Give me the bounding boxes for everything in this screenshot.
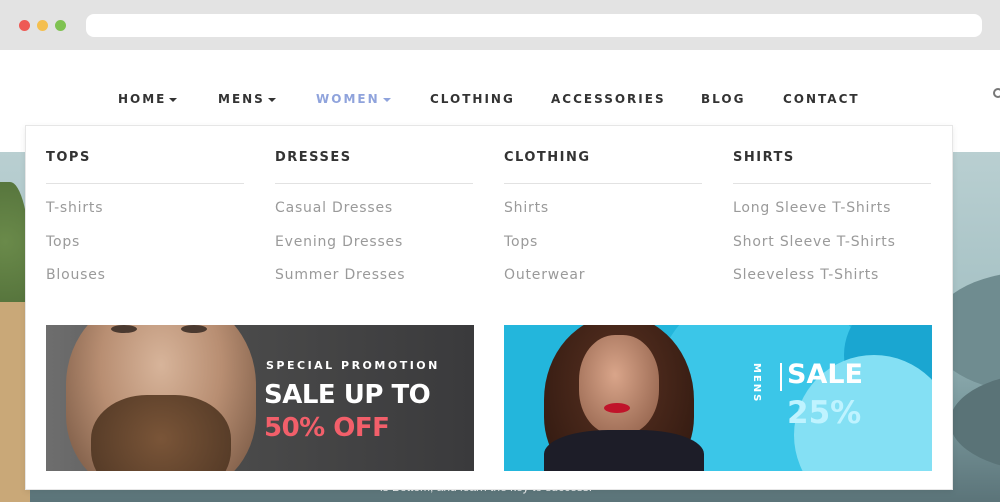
column-divider (733, 183, 931, 184)
promo-offer: 50% OFF (264, 413, 390, 443)
nav-item-label: HOME (118, 92, 167, 106)
promo-banner-mens-sale[interactable]: MENS SALE 25% (504, 325, 932, 471)
promo-vertical-label: MENS (751, 363, 762, 404)
model-eye (111, 325, 137, 333)
mega-menu-dropdown: TOPS T-shirts Tops Blouses DRESSES Casua… (25, 125, 953, 490)
menu-link[interactable]: Tops (504, 234, 538, 250)
model-lips (604, 403, 630, 413)
nav-item-blog[interactable]: BLOG (701, 92, 745, 106)
nav-item-mens[interactable]: MENS (218, 92, 276, 106)
column-title: DRESSES (275, 150, 352, 165)
column-divider (46, 183, 244, 184)
nav-item-accessories[interactable]: ACCESSORIES (551, 92, 666, 106)
nav-item-label: MENS (218, 92, 265, 106)
menu-link[interactable]: Blouses (46, 267, 106, 283)
promo-divider (780, 363, 782, 391)
nav-item-label: ACCESSORIES (551, 92, 666, 106)
promo-headline: SALE UP TO (264, 380, 431, 410)
nav-item-clothing[interactable]: CLOTHING (430, 92, 515, 106)
menu-link[interactable]: Tops (46, 234, 80, 250)
nav-item-label: CONTACT (783, 92, 860, 106)
maximize-window-dot[interactable] (55, 20, 66, 31)
search-icon[interactable] (993, 88, 1000, 98)
chevron-down-icon (169, 97, 178, 102)
menu-link[interactable]: Evening Dresses (275, 234, 403, 250)
column-divider (275, 183, 473, 184)
hero-mountain (950, 372, 1000, 472)
menu-link[interactable]: Casual Dresses (275, 200, 393, 216)
menu-link[interactable]: Sleeveless T-Shirts (733, 267, 879, 283)
promo-banner-special[interactable]: SPECIAL PROMOTION SALE UP TO 50% OFF (46, 325, 474, 471)
menu-link[interactable]: Shirts (504, 200, 549, 216)
promo-headline: SALE (787, 359, 863, 390)
menu-link[interactable]: T-shirts (46, 200, 103, 216)
nav-item-women[interactable]: WOMEN (316, 92, 391, 106)
nav-item-label: BLOG (701, 92, 746, 106)
nav-item-label: WOMEN (316, 92, 380, 106)
address-bar[interactable] (86, 14, 982, 37)
chevron-down-icon (382, 97, 391, 102)
menu-link[interactable]: Summer Dresses (275, 267, 405, 283)
column-divider (504, 183, 702, 184)
browser-chrome (0, 0, 1000, 50)
model-jacket (544, 430, 704, 471)
column-title: CLOTHING (504, 150, 591, 165)
promo-offer: 25% (787, 395, 862, 431)
nav-item-label: CLOTHING (430, 92, 515, 106)
menu-link[interactable]: Long Sleeve T-Shirts (733, 200, 891, 216)
model-eye (181, 325, 207, 333)
nav-item-home[interactable]: HOME (118, 92, 178, 106)
nav-item-contact[interactable]: CONTACT (783, 92, 860, 106)
model-face (579, 335, 659, 435)
close-window-dot[interactable] (19, 20, 30, 31)
model-beard (91, 395, 231, 471)
chevron-down-icon (267, 97, 276, 102)
menu-link[interactable]: Short Sleeve T-Shirts (733, 234, 896, 250)
promo-kicker: SPECIAL PROMOTION (266, 359, 440, 372)
column-title: SHIRTS (733, 150, 795, 165)
menu-link[interactable]: Outerwear (504, 267, 585, 283)
minimize-window-dot[interactable] (37, 20, 48, 31)
column-title: TOPS (46, 150, 91, 165)
